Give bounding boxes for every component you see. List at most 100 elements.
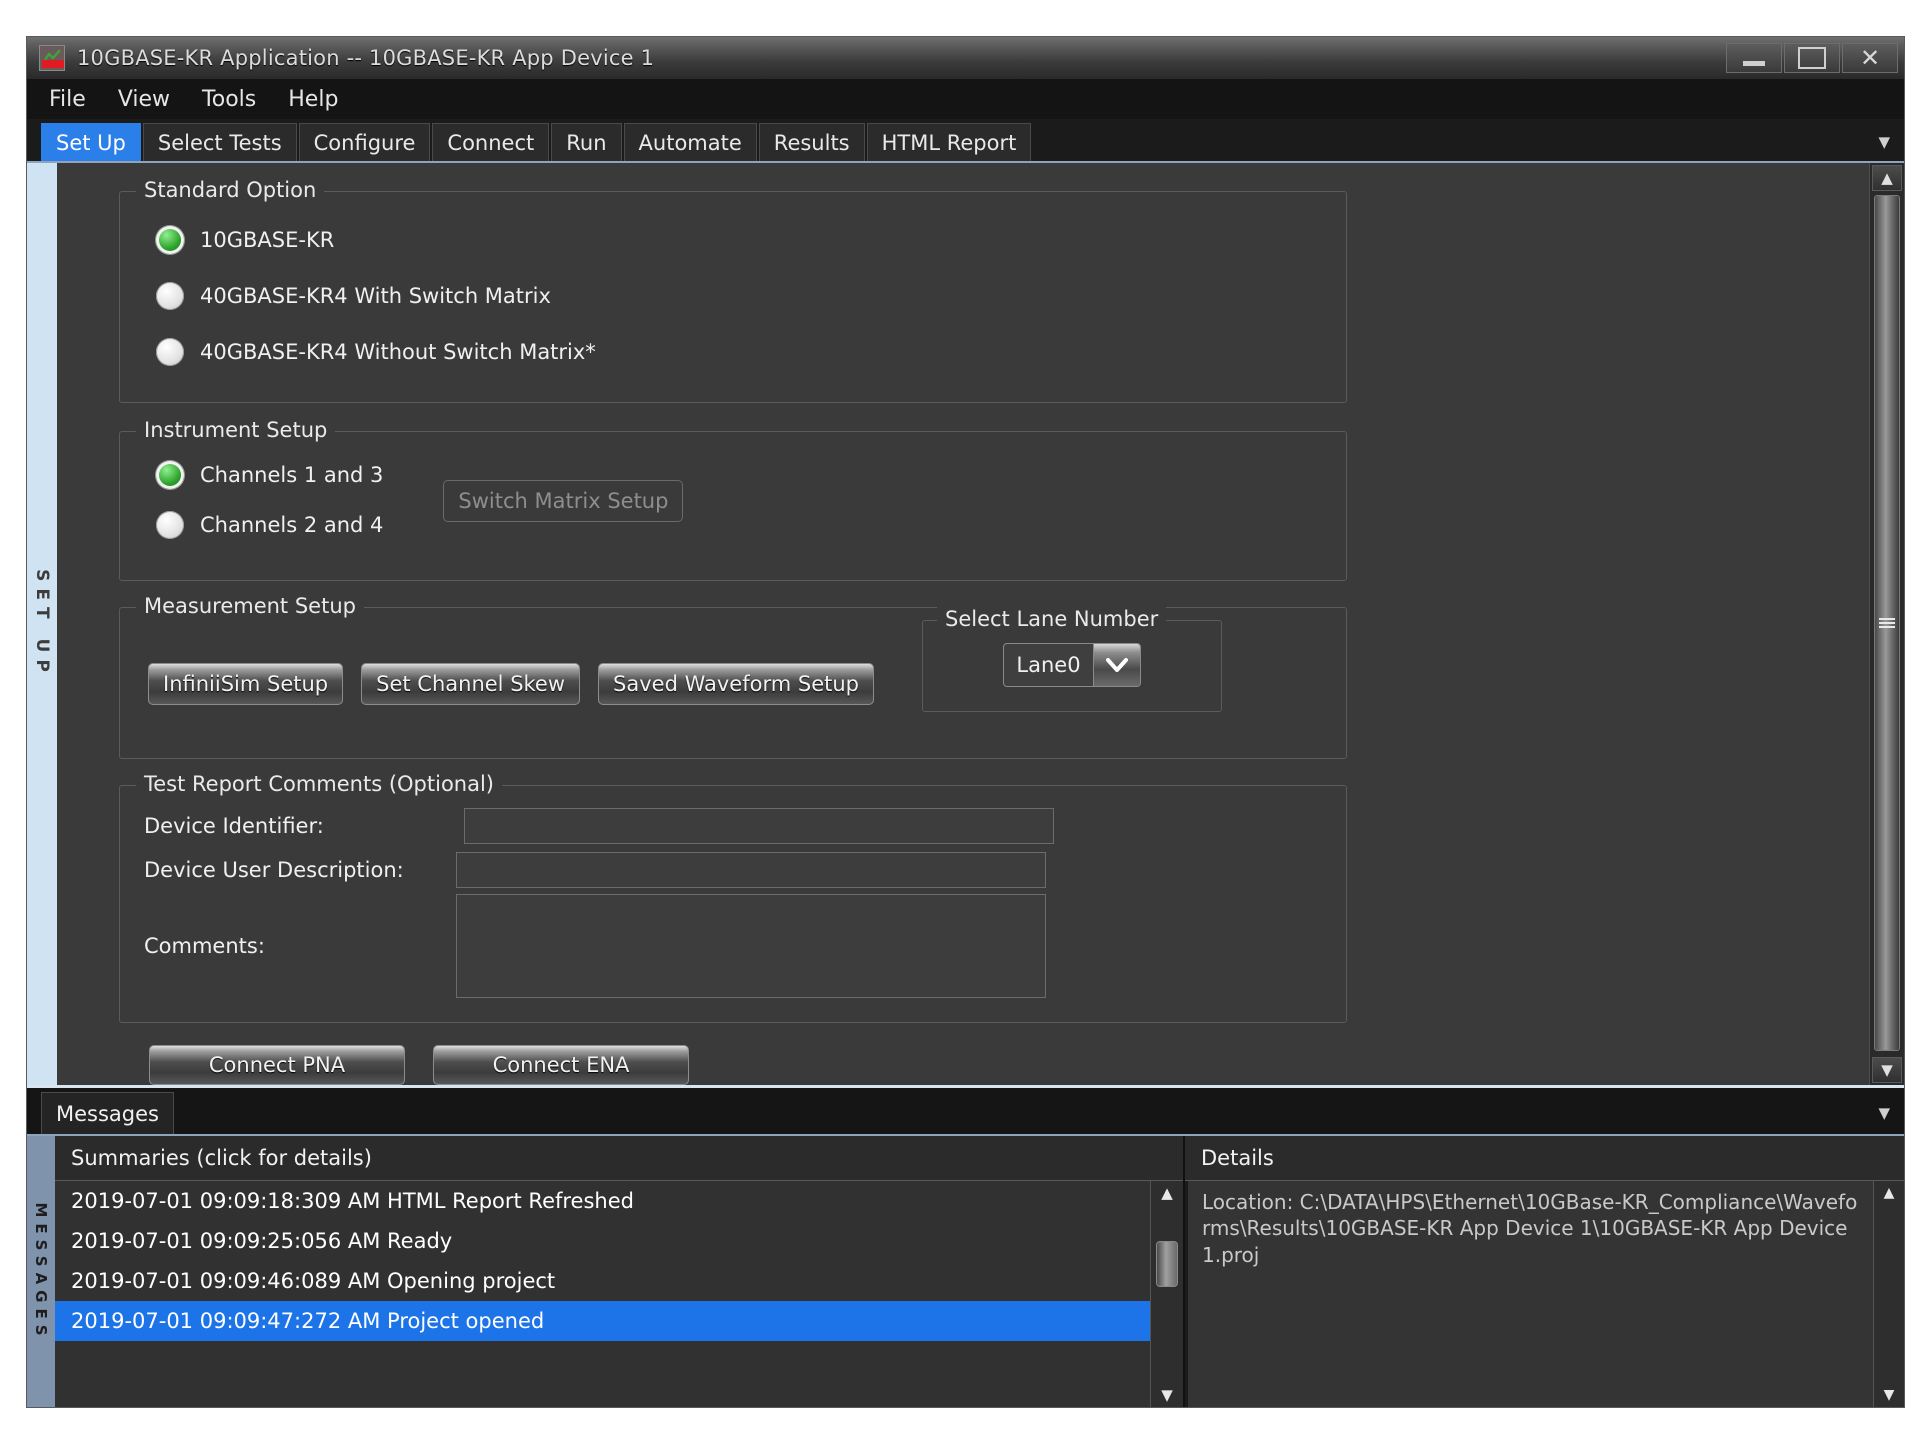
summaries-list[interactable]: 2019-07-01 09:09:18:309 AM HTML Report R…	[55, 1181, 1150, 1407]
tab-messages[interactable]: Messages	[41, 1092, 174, 1134]
details-text: Location: C:\DATA\HPS\Ethernet\10GBase-K…	[1185, 1181, 1873, 1407]
chevron-down-icon[interactable]	[1092, 644, 1140, 686]
radio-row-channels-1-and-3[interactable]: Channels 1 and 3	[120, 450, 383, 500]
radio-label-40gbase-kr4-with-switch-matrix: 40GBASE-KR4 With Switch Matrix	[200, 284, 551, 308]
test-report-comments-group: Test Report Comments (Optional) Device I…	[119, 772, 1347, 1023]
tab-configure[interactable]: Configure	[298, 123, 431, 161]
select-lane-number-legend: Select Lane Number	[936, 607, 1167, 631]
summaries-scroll-down-arrow-icon[interactable]: ▼	[1151, 1383, 1183, 1407]
menu-item-tools[interactable]: Tools	[198, 85, 260, 114]
lane-number-dropdown[interactable]: Lane0	[1003, 643, 1141, 687]
radio-40gbase-kr4-without-switch-matrix[interactable]	[156, 338, 184, 366]
set-channel-skew-button[interactable]: Set Channel Skew	[361, 663, 581, 705]
measurement-setup-legend: Measurement Setup	[136, 594, 364, 618]
connect-buttons-row: Connect PNA Connect ENA	[149, 1045, 1869, 1085]
radio-channels-2-and-4[interactable]	[156, 511, 184, 539]
messages-overflow-chevron-down-icon[interactable]: ▼	[1878, 1104, 1890, 1122]
summaries-list-wrap: 2019-07-01 09:09:18:309 AM HTML Report R…	[55, 1180, 1183, 1407]
radio-10gbase-kr[interactable]	[156, 226, 184, 254]
menu-bar: File View Tools Help	[27, 79, 1904, 119]
tab-select-tests[interactable]: Select Tests	[142, 123, 297, 161]
device-user-description-label: Device User Description:	[144, 858, 404, 882]
infiniisim-setup-button[interactable]: InfiniiSim Setup	[148, 663, 344, 705]
menu-item-file[interactable]: File	[45, 85, 90, 114]
radio-row-40gbase-kr4-without-switch-matrix[interactable]: 40GBASE-KR4 Without Switch Matrix*	[120, 324, 1346, 380]
comments-label: Comments:	[144, 934, 265, 958]
switch-matrix-setup-button[interactable]: Switch Matrix Setup	[443, 480, 684, 522]
maximize-icon	[1798, 47, 1826, 69]
details-scrollbar[interactable]: ▲ ▼	[1873, 1181, 1904, 1407]
scroll-grip-icon	[1879, 618, 1895, 628]
setup-sidebar-label: SET UP	[32, 569, 52, 679]
setup-region: SET UP Standard Option 10GBASE-KR 40GBAS…	[27, 163, 1904, 1088]
radio-channels-1-and-3[interactable]	[156, 461, 184, 489]
comments-textarea[interactable]	[456, 894, 1046, 998]
setup-vertical-sidebar: SET UP	[27, 163, 57, 1085]
details-header: Details	[1185, 1136, 1904, 1180]
summaries-scroll-up-arrow-icon[interactable]: ▲	[1151, 1181, 1183, 1205]
menu-item-view[interactable]: View	[114, 85, 174, 114]
details-body: Location: C:\DATA\HPS\Ethernet\10GBase-K…	[1185, 1180, 1904, 1407]
summaries-scrollbar[interactable]: ▲ ▼	[1150, 1181, 1183, 1407]
device-user-description-input[interactable]	[456, 852, 1046, 888]
radio-40gbase-kr4-with-switch-matrix[interactable]	[156, 282, 184, 310]
tab-automate[interactable]: Automate	[623, 123, 757, 161]
radio-row-channels-2-and-4[interactable]: Channels 2 and 4	[120, 500, 383, 550]
tab-overflow-chevron-down-icon[interactable]: ▼	[1878, 133, 1890, 151]
standard-option-group: Standard Option 10GBASE-KR 40GBASE-KR4 W…	[119, 178, 1347, 403]
scroll-up-arrow-icon[interactable]: ▲	[1872, 165, 1902, 191]
messages-body: MESSAGES Summaries (click for details) 2…	[27, 1136, 1904, 1407]
details-panel: Details Location: C:\DATA\HPS\Ethernet\1…	[1183, 1136, 1904, 1407]
close-button[interactable]: ✕	[1842, 43, 1898, 73]
scroll-down-arrow-icon[interactable]: ▼	[1872, 1057, 1902, 1083]
window-controls: ✕	[1724, 43, 1898, 73]
scroll-thumb[interactable]	[1874, 195, 1900, 1051]
measurement-setup-group: Measurement Setup InfiniiSim Setup Set C…	[119, 594, 1347, 759]
connect-ena-button[interactable]: Connect ENA	[433, 1045, 689, 1085]
radio-label-channels-2-and-4: Channels 2 and 4	[200, 513, 384, 537]
radio-row-40gbase-kr4-with-switch-matrix[interactable]: 40GBASE-KR4 With Switch Matrix	[120, 268, 1346, 324]
tab-results[interactable]: Results	[758, 123, 865, 161]
icon-red-bar	[42, 60, 64, 68]
maximize-button[interactable]	[1784, 43, 1840, 73]
device-identifier-label: Device Identifier:	[144, 814, 324, 838]
chevron-down-glyph	[1105, 658, 1128, 672]
tab-run[interactable]: Run	[551, 123, 622, 161]
minimize-icon	[1743, 61, 1765, 66]
messages-tab-strip: Messages ▼	[27, 1088, 1904, 1136]
menu-item-help[interactable]: Help	[284, 85, 342, 114]
close-icon: ✕	[1859, 44, 1881, 72]
minimize-button[interactable]	[1726, 43, 1782, 73]
lane-number-value: Lane0	[1016, 653, 1081, 677]
standard-option-legend: Standard Option	[136, 178, 325, 202]
radio-row-10gbase-kr[interactable]: 10GBASE-KR	[120, 212, 1346, 268]
instrument-setup-legend: Instrument Setup	[136, 418, 336, 442]
radio-label-channels-1-and-3: Channels 1 and 3	[200, 463, 384, 487]
details-scroll-down-arrow-icon[interactable]: ▼	[1874, 1383, 1904, 1407]
messages-sidebar-label: MESSAGES	[32, 1201, 50, 1342]
list-item[interactable]: 2019-07-01 09:09:47:272 AM Project opene…	[55, 1301, 1150, 1341]
connect-pna-button[interactable]: Connect PNA	[149, 1045, 405, 1085]
device-identifier-input[interactable]	[464, 808, 1054, 844]
radio-label-40gbase-kr4-without-switch-matrix: 40GBASE-KR4 Without Switch Matrix*	[200, 340, 596, 364]
tab-connect[interactable]: Connect	[432, 123, 550, 161]
window-title: 10GBASE-KR Application -- 10GBASE-KR App…	[77, 46, 655, 70]
summaries-header: Summaries (click for details)	[55, 1136, 1183, 1180]
body-area: SET UP Standard Option 10GBASE-KR 40GBAS…	[27, 163, 1904, 1407]
list-item[interactable]: 2019-07-01 09:09:18:309 AM HTML Report R…	[55, 1181, 1150, 1221]
summaries-panel: Summaries (click for details) 2019-07-01…	[55, 1136, 1183, 1407]
setup-pane: Standard Option 10GBASE-KR 40GBASE-KR4 W…	[57, 163, 1869, 1085]
setup-vertical-scrollbar[interactable]: ▲ ▼	[1869, 163, 1904, 1085]
list-item[interactable]: 2019-07-01 09:09:46:089 AM Opening proje…	[55, 1261, 1150, 1301]
instrument-setup-group: Instrument Setup Channels 1 and 3 Channe…	[119, 418, 1347, 581]
saved-waveform-setup-button[interactable]: Saved Waveform Setup	[598, 663, 874, 705]
tab-html-report[interactable]: HTML Report	[866, 123, 1032, 161]
application-window: 10GBASE-KR Application -- 10GBASE-KR App…	[26, 36, 1905, 1408]
title-bar: 10GBASE-KR Application -- 10GBASE-KR App…	[27, 37, 1904, 79]
tab-set-up[interactable]: Set Up	[41, 123, 141, 161]
summaries-scroll-thumb[interactable]	[1156, 1241, 1178, 1287]
list-item[interactable]: 2019-07-01 09:09:25:056 AM Ready	[55, 1221, 1150, 1261]
radio-label-10gbase-kr: 10GBASE-KR	[200, 228, 335, 252]
details-scroll-up-arrow-icon[interactable]: ▲	[1874, 1181, 1904, 1205]
test-report-comments-legend: Test Report Comments (Optional)	[136, 772, 502, 796]
